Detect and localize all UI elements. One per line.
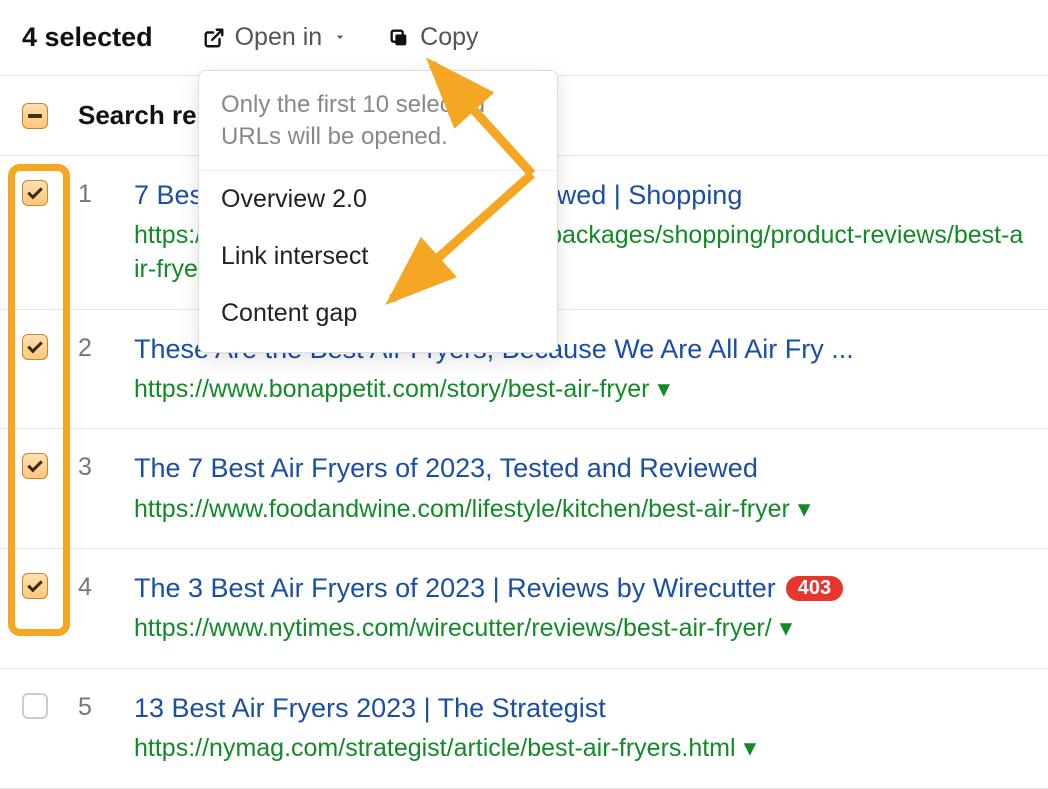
row-rank: 2: [78, 334, 104, 363]
copy-button[interactable]: Copy: [388, 23, 478, 52]
result-url-text: https://www.bonappetit.com/story/best-ai…: [134, 375, 649, 403]
check-icon: [27, 577, 43, 593]
open-in-button[interactable]: Open in: [203, 23, 349, 52]
selected-count: 4 selected: [22, 22, 153, 53]
open-in-label: Open in: [235, 23, 323, 52]
check-icon: [27, 457, 43, 473]
row-checkbox[interactable]: [22, 180, 48, 206]
result-url-text: https://nymag.com/strategist/article/bes…: [134, 734, 736, 762]
chevron-down-icon[interactable]: ▾: [744, 732, 757, 766]
row-rank: 3: [78, 453, 104, 482]
row-checkbox[interactable]: [22, 453, 48, 479]
column-header-search-results[interactable]: Search re: [78, 100, 197, 131]
table-row: 3 The 7 Best Air Fryers of 2023, Tested a…: [0, 429, 1048, 549]
copy-icon: [388, 27, 410, 49]
chevron-down-icon: [332, 23, 348, 52]
dropdown-item-content-gap[interactable]: Content gap: [199, 285, 557, 342]
status-badge: 403: [786, 576, 843, 601]
chevron-down-icon[interactable]: ▾: [657, 373, 670, 407]
result-url[interactable]: https://nymag.com/strategist/article/bes…: [134, 732, 1028, 766]
dropdown-note: Only the first 10 selected URLs will be …: [199, 89, 557, 171]
copy-label: Copy: [420, 23, 478, 52]
row-rank: 5: [78, 693, 104, 722]
result-url[interactable]: https://www.nytimes.com/wirecutter/revie…: [134, 612, 1028, 646]
row-rank: 1: [78, 180, 104, 209]
result-title-link[interactable]: The 3 Best Air Fryers of 2023 | Reviews …: [134, 571, 776, 606]
row-checkbox[interactable]: [22, 334, 48, 360]
result-title-link[interactable]: 13 Best Air Fryers 2023 | The Strategist: [134, 691, 606, 726]
title-line: The 3 Best Air Fryers of 2023 | Reviews …: [134, 571, 1028, 606]
open-in-dropdown: Only the first 10 selected URLs will be …: [198, 70, 558, 353]
result-url-text: https://www.nytimes.com/wirecutter/revie…: [134, 614, 772, 642]
check-icon: [27, 337, 43, 353]
chevron-down-icon[interactable]: ▾: [780, 612, 793, 646]
row-rank: 4: [78, 573, 104, 602]
check-icon: [27, 184, 43, 200]
title-line: 13 Best Air Fryers 2023 | The Strategist: [134, 691, 1028, 726]
dropdown-item-link-intersect[interactable]: Link intersect: [199, 228, 557, 285]
indeterminate-icon: [28, 114, 42, 118]
toolbar: 4 selected Open in Copy: [0, 0, 1048, 75]
external-link-icon: [203, 27, 225, 49]
result-body: 13 Best Air Fryers 2023 | The Strategist…: [134, 691, 1048, 766]
result-url-text: https://www.foodandwine.com/lifestyle/ki…: [134, 495, 790, 523]
select-all-checkbox[interactable]: [22, 103, 48, 129]
chevron-down-icon[interactable]: ▾: [798, 493, 811, 527]
row-checkbox[interactable]: [22, 693, 48, 719]
result-title-link[interactable]: The 7 Best Air Fryers of 2023, Tested an…: [134, 451, 758, 486]
table-row: 5 13 Best Air Fryers 2023 | The Strategis…: [0, 669, 1048, 789]
row-checkbox[interactable]: [22, 573, 48, 599]
result-url[interactable]: https://www.bonappetit.com/story/best-ai…: [134, 373, 1028, 407]
toolbar-actions: Open in Copy: [203, 23, 479, 52]
result-url[interactable]: https://www.foodandwine.com/lifestyle/ki…: [134, 493, 1028, 527]
title-line: The 7 Best Air Fryers of 2023, Tested an…: [134, 451, 1028, 486]
result-body: The 7 Best Air Fryers of 2023, Tested an…: [134, 451, 1048, 526]
result-body: The 3 Best Air Fryers of 2023 | Reviews …: [134, 571, 1048, 646]
dropdown-item-overview[interactable]: Overview 2.0: [199, 171, 557, 228]
table-row: 4 The 3 Best Air Fryers of 2023 | Reviews…: [0, 549, 1048, 669]
